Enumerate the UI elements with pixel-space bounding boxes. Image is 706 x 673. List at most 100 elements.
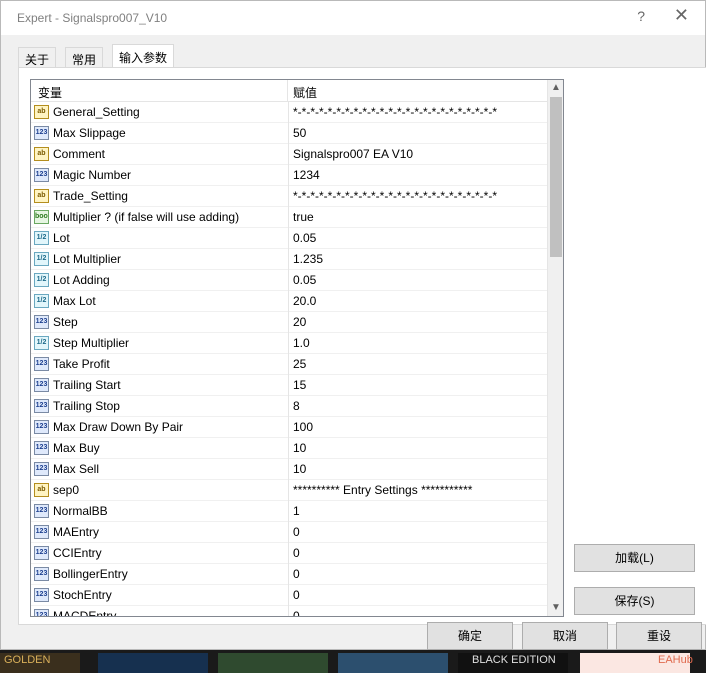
vertical-scrollbar[interactable]: ▲ ▼ [547,80,563,616]
value-cell[interactable]: 1234 [288,165,548,186]
column-separator[interactable] [287,80,288,102]
value-cell[interactable]: 20.0 [288,291,548,312]
value-cell[interactable]: 0.05 [288,228,548,249]
variable-cell[interactable]: 123 NormalBB [31,501,287,522]
scroll-thumb[interactable] [550,97,562,257]
table-row[interactable]: 123 StochEntry 0 [31,585,548,606]
variable-value[interactable]: *-*-*-*-*-*-*-*-*-*-*-*-*-*-*-*-*-*-*-*-… [293,105,497,119]
variable-value[interactable]: 1 [293,504,300,518]
cancel-button[interactable]: 取消 [522,622,608,650]
value-cell[interactable]: *-*-*-*-*-*-*-*-*-*-*-*-*-*-*-*-*-*-*-*-… [288,102,548,123]
table-row[interactable]: 123 Max Buy 10 [31,438,548,459]
value-cell[interactable]: 0 [288,522,548,543]
value-cell[interactable]: 0.05 [288,270,548,291]
value-cell[interactable]: 1 [288,501,548,522]
tab-about[interactable]: 关于 [18,47,57,68]
variable-value[interactable]: 8 [293,399,300,413]
variable-cell[interactable]: 123 Step [31,312,287,333]
table-row[interactable]: ab sep0 ********** Entry Settings ********… [31,480,548,501]
variable-value[interactable]: 10 [293,441,306,455]
variable-value[interactable]: 20.0 [293,294,316,308]
value-cell[interactable]: 10 [288,459,548,480]
value-cell[interactable]: 8 [288,396,548,417]
value-cell[interactable]: 0 [288,606,548,616]
value-cell[interactable]: 10 [288,438,548,459]
table-row[interactable]: 123 Take Profit 25 [31,354,548,375]
table-row[interactable]: 123 BollingerEntry 0 [31,564,548,585]
table-row[interactable]: 1/2 Lot Adding 0.05 [31,270,548,291]
variable-value[interactable]: 25 [293,357,306,371]
tab-common[interactable]: 常用 [65,47,104,68]
variable-cell[interactable]: 123 Trailing Stop [31,396,287,417]
variable-cell[interactable]: 1/2 Lot Multiplier [31,249,287,270]
value-cell[interactable]: 1.0 [288,333,548,354]
scroll-up-icon[interactable]: ▲ [548,80,563,96]
variable-value[interactable]: 1234 [293,168,320,182]
variable-cell[interactable]: ab sep0 [31,480,287,501]
value-cell[interactable]: 1.235 [288,249,548,270]
value-cell[interactable]: 0 [288,564,548,585]
variable-cell[interactable]: 123 Max Buy [31,438,287,459]
variable-value[interactable]: 0 [293,609,300,616]
value-cell[interactable]: 15 [288,375,548,396]
save-button[interactable]: 保存(S) [574,587,695,615]
value-cell[interactable]: 100 [288,417,548,438]
column-header-variable[interactable]: 变量 [38,84,62,101]
variable-cell[interactable]: 123 Magic Number [31,165,287,186]
variable-value[interactable]: *-*-*-*-*-*-*-*-*-*-*-*-*-*-*-*-*-*-*-*-… [293,189,497,203]
column-header-value[interactable]: 赋值 [293,84,317,101]
table-row[interactable]: 123 Trailing Start 15 [31,375,548,396]
value-cell[interactable]: *-*-*-*-*-*-*-*-*-*-*-*-*-*-*-*-*-*-*-*-… [288,186,548,207]
variable-cell[interactable]: 123 Max Slippage [31,123,287,144]
table-row[interactable]: 1/2 Lot Multiplier 1.235 [31,249,548,270]
variable-value[interactable]: 15 [293,378,306,392]
table-row[interactable]: 123 Step 20 [31,312,548,333]
variable-cell[interactable]: 1/2 Max Lot [31,291,287,312]
variable-cell[interactable]: 123 Take Profit [31,354,287,375]
value-cell[interactable]: 20 [288,312,548,333]
variable-value[interactable]: 50 [293,126,306,140]
variable-cell[interactable]: ab General_Setting [31,102,287,123]
value-cell[interactable]: 25 [288,354,548,375]
value-cell[interactable]: ********** Entry Settings *********** [288,480,548,501]
value-cell[interactable]: 0 [288,585,548,606]
variable-value[interactable]: ********** Entry Settings *********** [293,483,472,497]
variable-value[interactable]: 100 [293,420,313,434]
variable-value[interactable]: true [293,210,314,224]
variable-cell[interactable]: 123 MACDEntry [31,606,287,616]
table-row[interactable]: 1/2 Max Lot 20.0 [31,291,548,312]
table-row[interactable]: 123 NormalBB 1 [31,501,548,522]
variable-cell[interactable]: 123 Max Sell [31,459,287,480]
variable-value[interactable]: 20 [293,315,306,329]
variable-cell[interactable]: 123 MAEntry [31,522,287,543]
table-row[interactable]: 123 CCIEntry 0 [31,543,548,564]
variable-cell[interactable]: 1/2 Lot Adding [31,270,287,291]
table-row[interactable]: 123 Max Sell 10 [31,459,548,480]
table-row[interactable]: ab Trade_Setting *-*-*-*-*-*-*-*-*-*-*-*-*… [31,186,548,207]
variable-cell[interactable]: 123 BollingerEntry [31,564,287,585]
variable-value[interactable]: Signalspro007 EA V10 [293,147,413,161]
variable-value[interactable]: 10 [293,462,306,476]
scroll-down-icon[interactable]: ▼ [548,600,563,616]
variable-cell[interactable]: ab Comment [31,144,287,165]
table-row[interactable]: 1/2 Step Multiplier 1.0 [31,333,548,354]
load-button[interactable]: 加载(L) [574,544,695,572]
ok-button[interactable]: 确定 [427,622,513,650]
table-row[interactable]: 123 MACDEntry 0 [31,606,548,616]
value-cell[interactable]: Signalspro007 EA V10 [288,144,548,165]
table-row[interactable]: ab General_Setting *-*-*-*-*-*-*-*-*-*-*-*… [31,102,548,123]
variable-value[interactable]: 0 [293,525,300,539]
value-cell[interactable]: 50 [288,123,548,144]
reset-button[interactable]: 重设 [616,622,702,650]
variable-value[interactable]: 0 [293,546,300,560]
variable-cell[interactable]: bool Multiplier ? (if false will use addi… [31,207,287,228]
table-row[interactable]: 123 Max Draw Down By Pair 100 [31,417,548,438]
table-row[interactable]: ab Comment Signalspro007 EA V10 [31,144,548,165]
variable-cell[interactable]: 123 Trailing Start [31,375,287,396]
variable-cell[interactable]: 1/2 Step Multiplier [31,333,287,354]
variable-cell[interactable]: 123 StochEntry [31,585,287,606]
variable-cell[interactable]: ab Trade_Setting [31,186,287,207]
value-cell[interactable]: true [288,207,548,228]
table-row[interactable]: 123 MAEntry 0 [31,522,548,543]
variable-value[interactable]: 0 [293,588,300,602]
